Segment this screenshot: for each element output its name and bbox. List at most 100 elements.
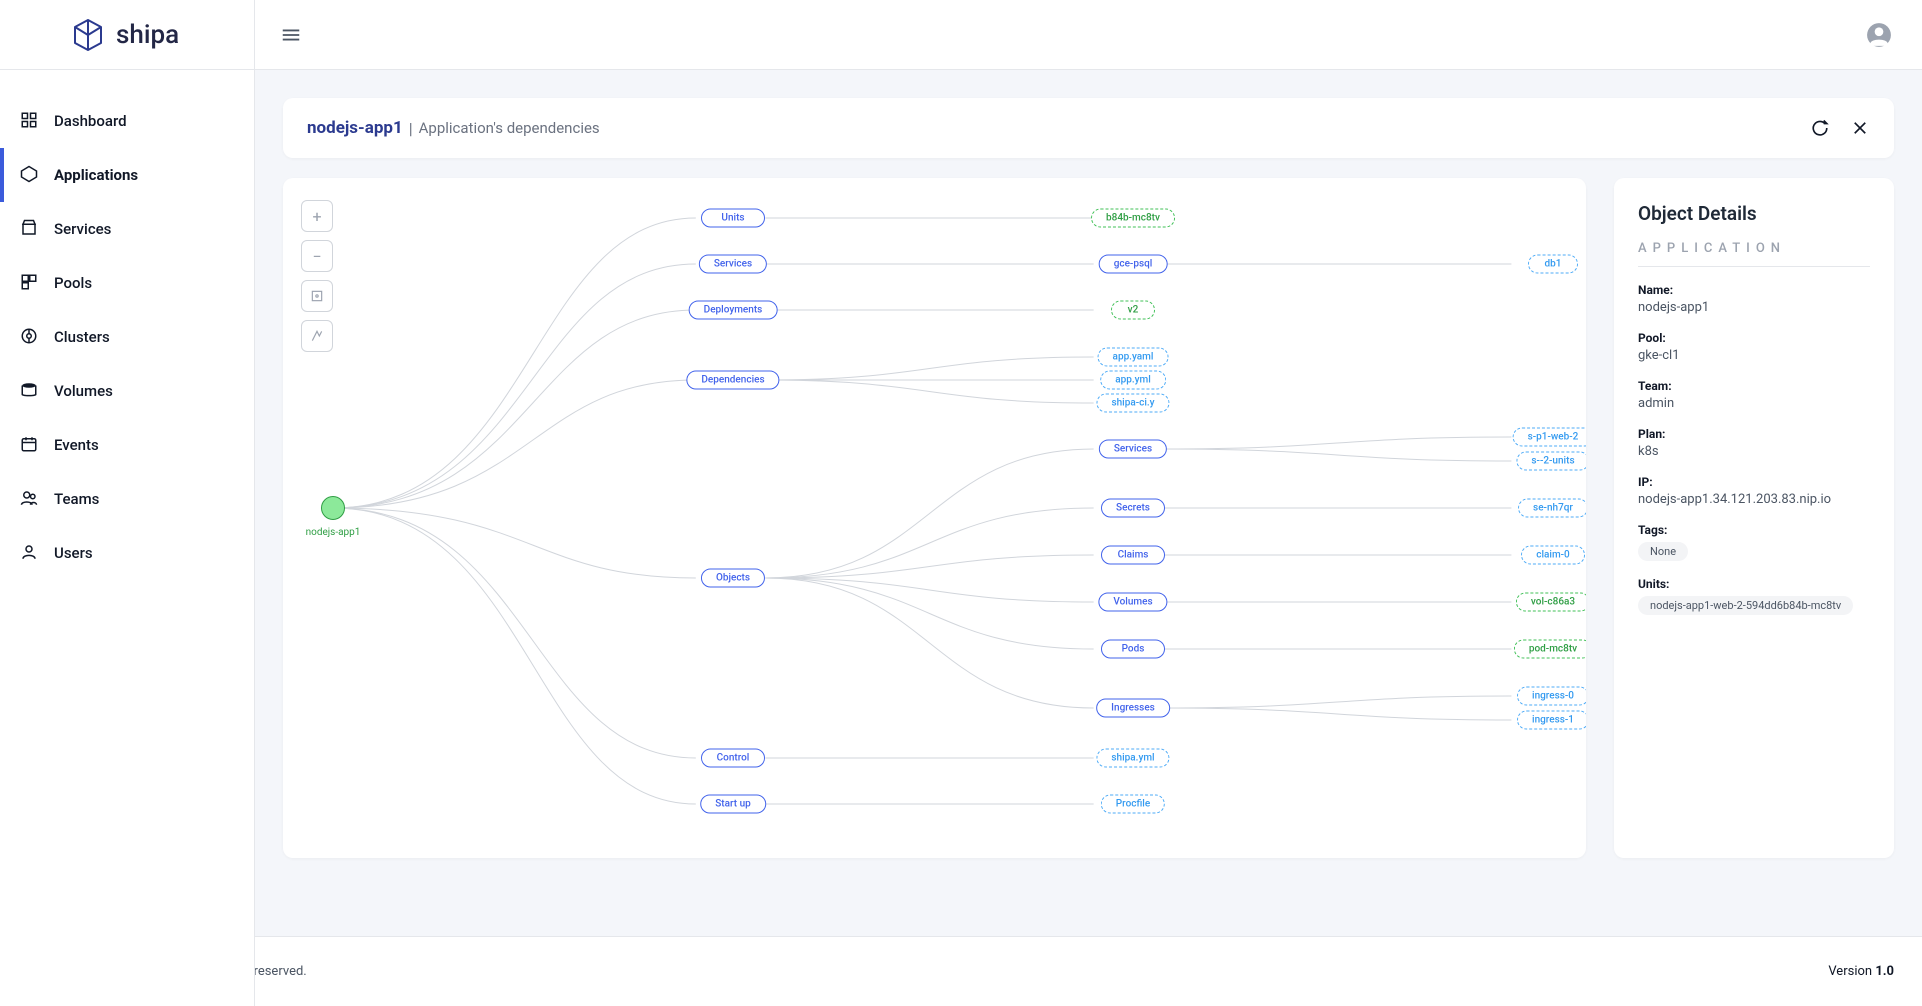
detail-tags-label: Tags:: [1638, 523, 1870, 537]
leaf-ing-1[interactable]: ingress-1: [1517, 711, 1586, 730]
detail-team-value: admin: [1638, 396, 1870, 411]
node-obj-secrets[interactable]: Secrets: [1101, 499, 1165, 518]
sidebar-label: Dashboard: [54, 112, 127, 130]
leaf-objsvc-0[interactable]: s-p1-web-2: [1513, 428, 1586, 447]
detail-name-label: Name:: [1638, 283, 1870, 297]
leaf-volume[interactable]: vol-c86a3: [1516, 593, 1586, 612]
node-objects[interactable]: Objects: [701, 569, 765, 588]
sidebar-label: Users: [54, 544, 93, 562]
detail-pool-value: gke-cl1: [1638, 348, 1870, 363]
node-obj-pods[interactable]: Pods: [1101, 640, 1165, 659]
sidebar-label: Teams: [54, 490, 99, 508]
leaf-units[interactable]: b84b-mc8tv: [1091, 209, 1175, 228]
dashboard-icon: [20, 111, 40, 131]
sidebar-label: Events: [54, 436, 99, 454]
node-obj-volumes[interactable]: Volumes: [1098, 593, 1167, 612]
volumes-icon: [20, 381, 40, 401]
topbar: shipa: [0, 0, 1922, 70]
logo-area[interactable]: shipa: [0, 0, 255, 70]
sidebar-item-dashboard[interactable]: Dashboard: [0, 94, 254, 148]
close-icon: [1851, 119, 1869, 137]
leaf-services[interactable]: gce-psql: [1099, 255, 1168, 274]
reset-icon: [310, 329, 324, 343]
page-title: nodejs-app1: [307, 118, 403, 138]
sidebar-label: Volumes: [54, 382, 113, 400]
node-services[interactable]: Services: [699, 255, 767, 274]
refresh-button[interactable]: [1810, 118, 1830, 138]
node-obj-ingresses[interactable]: Ingresses: [1096, 699, 1170, 718]
minus-icon: −: [312, 247, 321, 266]
sidebar-label: Pools: [54, 274, 92, 292]
leaf-ing-0[interactable]: ingress-0: [1517, 687, 1586, 706]
sidebar: Dashboard Applications Services Pools Cl…: [0, 70, 255, 1006]
clusters-icon: [20, 327, 40, 347]
detail-units-value: nodejs-app1-web-2-594dd6b84b-mc8tv: [1638, 596, 1853, 615]
graph-nodes: nodejs-app1 Units Services Deployments D…: [283, 178, 1586, 858]
detail-ip-label: IP:: [1638, 475, 1870, 489]
leaf-dep-2[interactable]: shipa-ci.y: [1096, 394, 1169, 413]
zoom-fit-button[interactable]: [301, 280, 333, 312]
leaf-objsvc-1[interactable]: s--2-units: [1516, 452, 1586, 471]
user-avatar-icon[interactable]: [1866, 22, 1892, 48]
node-obj-services[interactable]: Services: [1099, 440, 1167, 459]
sidebar-label: Services: [54, 220, 111, 238]
node-dependencies[interactable]: Dependencies: [686, 371, 779, 390]
sidebar-item-teams[interactable]: Teams: [0, 472, 254, 526]
sidebar-label: Applications: [54, 166, 138, 184]
leaf-dep-1[interactable]: app.yml: [1100, 371, 1166, 390]
node-root[interactable]: nodejs-app1: [321, 496, 345, 520]
page-header: nodejs-app1 | Application's dependencies: [283, 98, 1894, 158]
main-content: nodejs-app1 | Application's dependencies: [255, 70, 1922, 936]
detail-ip-value: nodejs-app1.34.121.203.83.nip.io: [1638, 492, 1870, 507]
sidebar-item-users[interactable]: Users: [0, 526, 254, 580]
detail-pool-label: Pool:: [1638, 331, 1870, 345]
object-details-panel: Object Details APPLICATION Name: nodejs-…: [1614, 178, 1894, 858]
menu-toggle-icon[interactable]: [279, 23, 303, 47]
footer: Copyright © 2020 Shipa Corp . All rights…: [0, 936, 1922, 1006]
detail-plan-label: Plan:: [1638, 427, 1870, 441]
leaf-dep-0[interactable]: app.yaml: [1098, 348, 1169, 367]
leaf-claim[interactable]: claim-0: [1521, 546, 1585, 565]
version-label: Version: [1828, 964, 1875, 979]
sidebar-item-clusters[interactable]: Clusters: [0, 310, 254, 364]
refresh-icon: [1811, 119, 1829, 137]
sidebar-item-events[interactable]: Events: [0, 418, 254, 472]
node-obj-claims[interactable]: Claims: [1101, 546, 1165, 565]
leaf-deployments[interactable]: v2: [1111, 301, 1155, 320]
header-actions: [1810, 118, 1870, 138]
footer-version: Version 1.0: [1828, 964, 1894, 979]
node-control[interactable]: Control: [701, 749, 765, 768]
node-startup[interactable]: Start up: [700, 795, 766, 814]
close-button[interactable]: [1850, 118, 1870, 138]
sidebar-item-applications[interactable]: Applications: [0, 148, 254, 202]
details-title: Object Details: [1638, 202, 1870, 225]
zoom-reset-button[interactable]: [301, 320, 333, 352]
detail-units-label: Units:: [1638, 577, 1870, 591]
sidebar-item-volumes[interactable]: Volumes: [0, 364, 254, 418]
node-deployments[interactable]: Deployments: [689, 301, 778, 320]
leaf-secret[interactable]: se-nh7qr: [1518, 499, 1586, 518]
content-row: nodejs-app1 Units Services Deployments D…: [283, 178, 1894, 858]
users-icon: [20, 543, 40, 563]
zoom-in-button[interactable]: +: [301, 200, 333, 232]
details-section: APPLICATION: [1638, 241, 1870, 267]
detail-plan-value: k8s: [1638, 444, 1870, 459]
node-units[interactable]: Units: [701, 209, 765, 228]
page-subtitle: Application's dependencies: [419, 119, 600, 137]
leaf-pod[interactable]: pod-mc8tv: [1514, 640, 1586, 659]
dependency-graph[interactable]: nodejs-app1 Units Services Deployments D…: [283, 178, 1586, 858]
leaf-startup[interactable]: Procfile: [1101, 795, 1165, 814]
teams-icon: [20, 489, 40, 509]
leaf-db1[interactable]: db1: [1528, 255, 1578, 274]
node-root-label: nodejs-app1: [306, 527, 361, 538]
services-icon: [20, 219, 40, 239]
detail-tags-value: None: [1638, 542, 1688, 561]
detail-name-value: nodejs-app1: [1638, 300, 1870, 315]
sidebar-item-services[interactable]: Services: [0, 202, 254, 256]
leaf-control[interactable]: shipa.yml: [1096, 749, 1169, 768]
zoom-out-button[interactable]: −: [301, 240, 333, 272]
version-number: 1.0: [1875, 964, 1894, 979]
sidebar-item-pools[interactable]: Pools: [0, 256, 254, 310]
applications-icon: [20, 165, 40, 185]
logo-icon: [70, 17, 106, 53]
